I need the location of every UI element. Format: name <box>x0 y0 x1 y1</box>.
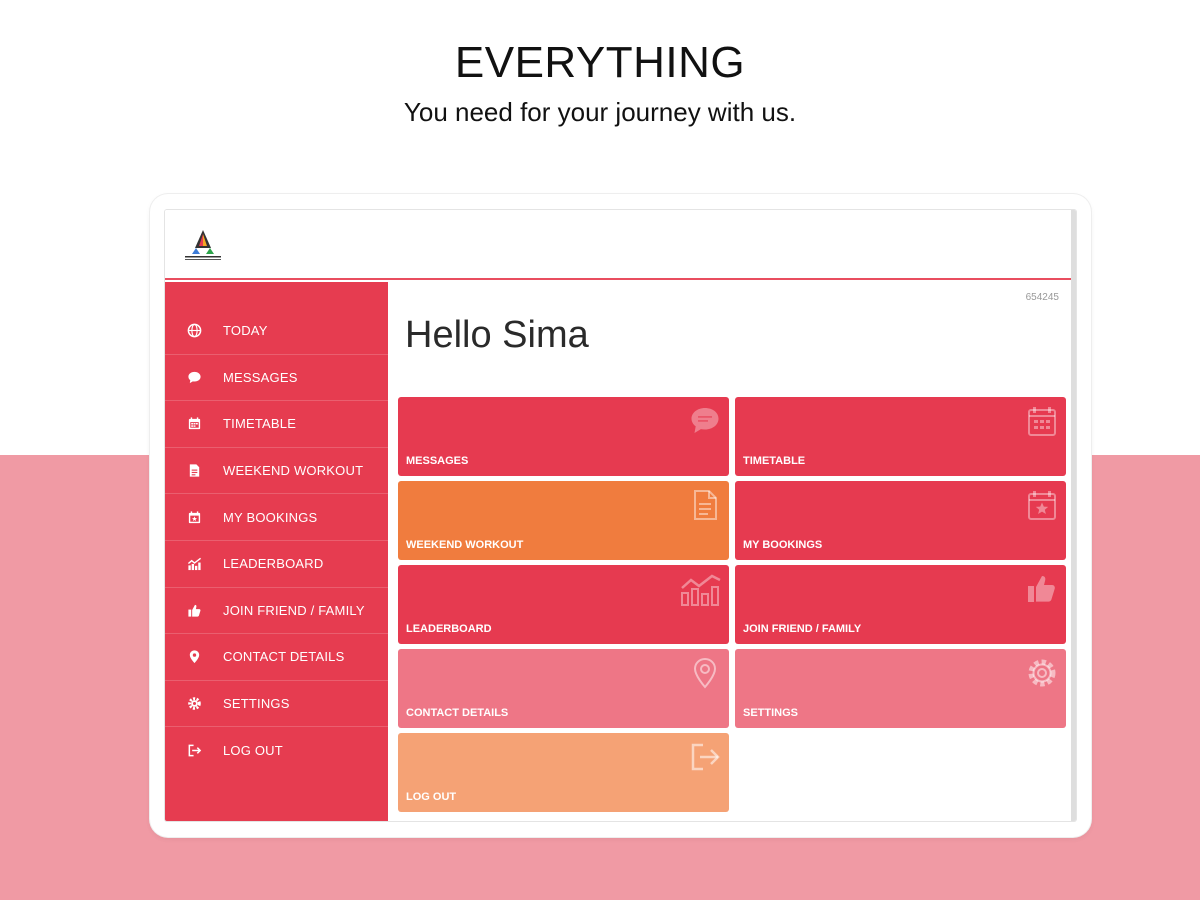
calendar-icon <box>165 416 223 431</box>
tile-label: WEEKEND WORKOUT <box>406 539 524 551</box>
sidebar-item-label: SETTINGS <box>223 696 290 712</box>
globe-icon <box>165 323 223 338</box>
sidebar-item-settings[interactable]: SETTINGS <box>165 681 388 728</box>
sidebar-item-label: MESSAGES <box>223 369 298 385</box>
location-pin-icon <box>693 657 717 689</box>
sidebar-item-weekend-workout[interactable]: WEEKEND WORKOUT <box>165 448 388 495</box>
tile-label: CONTACT DETAILS <box>406 707 509 719</box>
tile-label: MY BOOKINGS <box>743 539 823 551</box>
headline: EVERYTHING <box>454 38 746 87</box>
calendar-star-icon <box>1028 491 1056 520</box>
sidebar-item-leaderboard[interactable]: LEADERBOARD <box>165 541 388 588</box>
sidebar-item-label: MY BOOKINGS <box>223 509 318 525</box>
sidebar: TODAY MESSAGES TIMETABLE WEEKEND WORKOUT <box>165 282 388 821</box>
chat-icon <box>165 370 223 385</box>
document-icon <box>165 463 223 478</box>
calendar-icon <box>1028 407 1056 436</box>
sidebar-item-label: LOG OUT <box>223 743 283 759</box>
tile-leaderboard[interactable]: LEADERBOARD <box>398 565 729 644</box>
tile-my-bookings[interactable]: MY BOOKINGS <box>735 481 1066 560</box>
tile-contact-details[interactable]: CONTACT DETAILS <box>398 649 729 728</box>
gear-icon <box>165 696 223 711</box>
user-code: 654245 <box>1025 292 1059 303</box>
gear-icon <box>1028 659 1056 687</box>
sidebar-item-today[interactable]: TODAY <box>165 308 388 355</box>
chart-icon <box>165 556 223 571</box>
logout-icon <box>165 743 223 758</box>
sidebar-item-label: TIMETABLE <box>223 416 297 432</box>
top-bar <box>165 210 1076 280</box>
sidebar-item-label: LEADERBOARD <box>223 556 324 572</box>
app-logo[interactable] <box>182 228 224 264</box>
sidebar-item-label: WEEKEND WORKOUT <box>223 463 364 479</box>
tile-join-friend-family[interactable]: JOIN FRIEND / FAMILY <box>735 565 1066 644</box>
sidebar-item-timetable[interactable]: TIMETABLE <box>165 401 388 448</box>
sidebar-item-my-bookings[interactable]: MY BOOKINGS <box>165 494 388 541</box>
tile-label: MESSAGES <box>406 455 469 467</box>
tablet-frame: TODAY MESSAGES TIMETABLE WEEKEND WORKOUT <box>150 194 1091 837</box>
tile-log-out[interactable]: LOG OUT <box>398 733 729 812</box>
location-pin-icon <box>165 649 223 664</box>
tile-label: TIMETABLE <box>743 455 806 467</box>
tile-label: JOIN FRIEND / FAMILY <box>743 623 862 635</box>
scrollbar[interactable] <box>1071 210 1076 821</box>
thumbs-up-icon <box>1028 576 1055 602</box>
tile-settings[interactable]: SETTINGS <box>735 649 1066 728</box>
sidebar-item-contact-details[interactable]: CONTACT DETAILS <box>165 634 388 681</box>
tile-label: SETTINGS <box>743 707 799 719</box>
sidebar-item-label: JOIN FRIEND / FAMILY <box>223 602 365 618</box>
sidebar-item-label: TODAY <box>223 323 268 339</box>
tile-weekend-workout[interactable]: WEEKEND WORKOUT <box>398 481 729 560</box>
thumbs-up-icon <box>165 603 223 618</box>
logout-icon <box>691 743 720 771</box>
tile-timetable[interactable]: TIMETABLE <box>735 397 1066 476</box>
calendar-star-icon <box>165 510 223 525</box>
tile-messages[interactable]: MESSAGES <box>398 397 729 476</box>
app-screen: TODAY MESSAGES TIMETABLE WEEKEND WORKOUT <box>165 210 1076 821</box>
chart-icon <box>681 574 721 606</box>
subheadline: You need for your journey with us. <box>403 97 797 127</box>
sidebar-item-messages[interactable]: MESSAGES <box>165 355 388 402</box>
document-icon <box>694 490 717 520</box>
greeting: Hello Sima <box>405 314 589 356</box>
sidebar-item-label: CONTACT DETAILS <box>223 649 345 665</box>
main-content: 654245 Hello Sima MESSAGES TIMETABLE WEE… <box>388 282 1071 821</box>
chat-icon <box>691 408 719 433</box>
sidebar-item-log-out[interactable]: LOG OUT <box>165 727 388 774</box>
tile-label: LOG OUT <box>406 791 457 803</box>
tile-label: LEADERBOARD <box>406 623 492 635</box>
sidebar-item-join-friend-family[interactable]: JOIN FRIEND / FAMILY <box>165 588 388 635</box>
